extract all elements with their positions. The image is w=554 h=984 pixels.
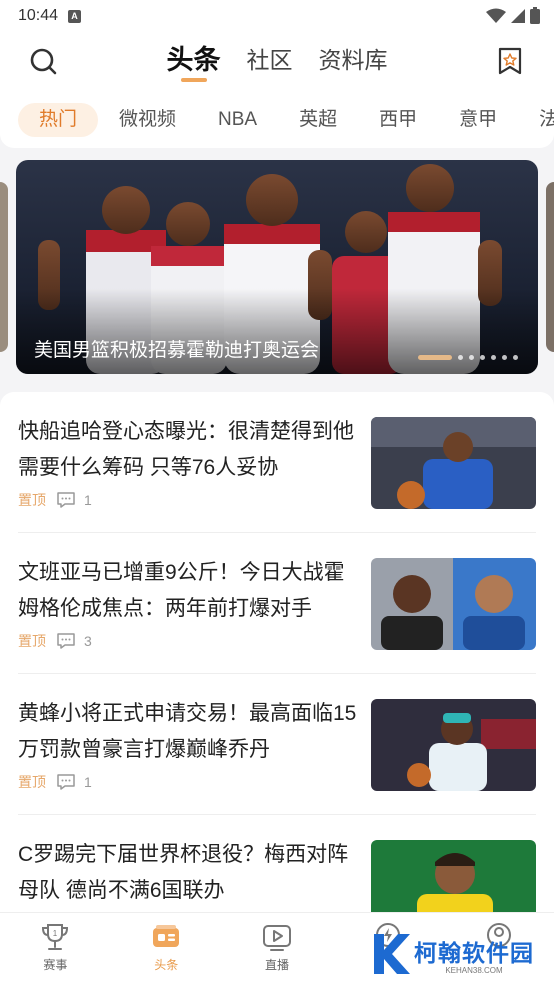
comment-count: 3 — [84, 633, 92, 649]
tab-database[interactable]: 资料库 — [319, 42, 388, 82]
carousel-dot[interactable] — [513, 355, 518, 360]
comment-icon — [57, 774, 75, 790]
main-tabs: 头条 社区 资料库 — [0, 42, 554, 82]
bottom-nav-label: 头条 — [154, 958, 179, 972]
carousel-dot[interactable] — [491, 355, 496, 360]
carousel-dot[interactable] — [480, 355, 485, 360]
play-icon — [262, 925, 291, 951]
news-thumbnail — [371, 417, 536, 509]
news-item[interactable]: 快船追哈登心态曝光：很清楚得到他需要什么筹码 只等76人妥协 置顶 1 — [18, 392, 536, 533]
signal-icon — [511, 8, 525, 23]
status-time: 10:44 — [18, 7, 59, 24]
category-premier-league[interactable]: 英超 — [278, 103, 358, 137]
news-title: 快船追哈登心态曝光：很清楚得到他需要什么筹码 只等76人妥协 — [18, 420, 354, 479]
news-icon — [153, 925, 180, 947]
bottom-nav-live[interactable]: 直播 — [222, 913, 333, 984]
news-meta: 置顶 1 — [18, 490, 92, 510]
category-nba[interactable]: NBA — [197, 103, 278, 137]
category-bar: 热门 微视频 NBA 英超 西甲 意甲 法 — [0, 90, 554, 148]
category-ligue-1[interactable]: 法 — [518, 103, 554, 137]
wifi-icon — [486, 8, 506, 23]
site-watermark: 柯翰软件园 KEHAN38.COM — [370, 932, 534, 976]
carousel-dot[interactable] — [502, 355, 507, 360]
banner-carousel: 美国男篮积极招募霍勒迪打奥运会 — [0, 160, 554, 374]
news-thumbnail — [371, 840, 536, 912]
comment-icon — [57, 492, 75, 508]
tab-headlines[interactable]: 头条 — [167, 42, 221, 82]
pinned-badge: 置顶 — [18, 633, 46, 649]
news-thumbnail — [371, 699, 536, 791]
news-thumbnail — [371, 558, 536, 650]
watermark-logo — [374, 934, 410, 974]
previous-slide-peek[interactable] — [0, 182, 8, 352]
battery-icon — [530, 7, 540, 24]
top-nav: 头条 社区 资料库 — [0, 32, 554, 90]
news-meta: 置顶 3 — [18, 631, 92, 651]
bottom-nav-label: 赛事 — [43, 958, 68, 972]
banner-caption: 美国男篮积极招募霍勒迪打奥运会 — [34, 340, 320, 361]
comment-count: 1 — [84, 492, 92, 508]
comment-icon — [57, 633, 75, 649]
status-bar: 10:44 A — [0, 0, 554, 32]
comment-count: 1 — [84, 774, 92, 790]
news-meta: 置顶 1 — [18, 772, 92, 792]
carousel-dots — [418, 355, 518, 360]
svg-text:1: 1 — [53, 929, 58, 938]
news-item[interactable]: C罗踢完下届世界杯退役？梅西对阵母队 德尚不满6国联办 — [18, 815, 536, 912]
bookmark-star-icon[interactable] — [496, 46, 524, 76]
news-title: 黄蜂小将正式申请交易！最高面临15万罚款曾豪言打爆巅峰乔丹 — [18, 702, 357, 761]
carousel-dot[interactable] — [458, 355, 463, 360]
category-serie-a[interactable]: 意甲 — [438, 103, 518, 137]
next-slide-peek[interactable] — [546, 182, 554, 352]
bottom-nav-matches[interactable]: 1 赛事 — [0, 913, 111, 984]
carousel-dot[interactable] — [469, 355, 474, 360]
news-title: 文班亚马已增重9公斤！今日大战霍姆格伦成焦点：两年前打爆对手 — [18, 561, 345, 620]
trophy-icon: 1 — [42, 924, 69, 950]
status-indicators — [486, 7, 540, 24]
category-la-liga[interactable]: 西甲 — [358, 103, 438, 137]
news-title: C罗踢完下届世界杯退役？梅西对阵母队 德尚不满6国联办 — [18, 843, 349, 902]
bottom-nav-headlines[interactable]: 头条 — [111, 913, 222, 984]
watermark-text: 柯翰软件园 — [414, 939, 534, 966]
category-hot[interactable]: 热门 — [18, 103, 99, 137]
pinned-badge: 置顶 — [18, 492, 46, 508]
tab-community[interactable]: 社区 — [247, 42, 293, 82]
bottom-nav-label: 直播 — [264, 958, 289, 972]
category-list: 热门 微视频 NBA 英超 西甲 意甲 法 — [18, 103, 554, 137]
news-item[interactable]: 文班亚马已增重9公斤！今日大战霍姆格伦成焦点：两年前打爆对手 置顶 3 — [18, 533, 536, 674]
pinned-badge: 置顶 — [18, 774, 46, 790]
carousel-dot[interactable] — [418, 355, 452, 360]
news-feed: 快船追哈登心态曝光：很清楚得到他需要什么筹码 只等76人妥协 置顶 1 文班亚马… — [0, 392, 554, 912]
notification-icon: A — [68, 9, 82, 23]
category-micro-video[interactable]: 微视频 — [98, 103, 197, 137]
news-item[interactable]: 黄蜂小将正式申请交易！最高面临15万罚款曾豪言打爆巅峰乔丹 置顶 1 — [18, 674, 536, 815]
banner-slide[interactable]: 美国男篮积极招募霍勒迪打奥运会 — [16, 160, 538, 374]
